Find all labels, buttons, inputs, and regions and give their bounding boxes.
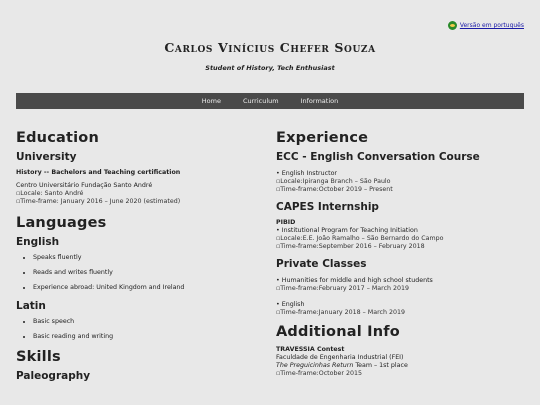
nav-home[interactable]: Home [202,97,221,105]
contest-faculty: Faculdade de Engenharia Industrial (FEI) [276,354,404,361]
contest-title: TRAVESSIA Contest [276,346,345,353]
portuguese-version-link[interactable]: Versão em português [460,22,524,29]
private-item-english: • English [276,301,305,308]
ecc-locale: ▫Locale:Ipiranga Branch – São Paulo [276,178,391,185]
additional-info-heading: Additional Info [276,324,400,340]
nav-information[interactable]: Information [301,97,339,105]
contest-timeframe: ▫Time-frame:October 2015 [276,370,362,377]
institution-text: Centro Universitário Fundação Santo Andr… [16,182,153,189]
degree-text: History -- Bachelors and Teaching certif… [16,169,181,176]
skills-heading: Skills [16,349,61,365]
locale-image-alt: ▫Locale: Santo André [16,190,84,197]
contest-team: The Preguicinhas Return Team – 1st place [276,362,408,369]
nav-bar: Home Curriculum Information [16,93,524,109]
list-item: Basic speech [33,318,266,326]
page-title: Carlos Vinícius Chefer Souza [164,40,376,55]
capes-program: PIBID [276,219,296,226]
ecc-timeframe: ▫Time-frame:October 2019 – Present [276,186,393,193]
latin-list: Basic speech Basic reading and writing [16,318,266,341]
left-column: Education University History -- Bachelor… [16,130,266,382]
list-item: Speaks fluently [33,254,266,262]
list-item: Experience abroad: United Kingdom and Ir… [33,284,266,292]
experience-heading: Experience [276,130,369,146]
timeframe-image-alt: ▫Time-frame: January 2016 – June 2020 (e… [16,198,181,205]
education-heading: Education [16,130,99,146]
english-heading: English [16,236,60,248]
paleography-heading: Paleography [16,370,91,382]
nav-curriculum[interactable]: Curriculum [243,97,279,105]
brazil-flag-icon [447,21,457,30]
latin-heading: Latin [16,300,46,312]
page-subtitle: Student of History, Tech Enthusiast [205,64,335,72]
private-timeframe-2: ▫Time-frame:January 2018 – March 2019 [276,309,406,316]
english-list: Speaks fluently Reads and writes fluentl… [16,254,266,292]
private-timeframe-1: ▫Time-frame:February 2017 – March 2019 [276,285,410,292]
capes-locale: ▫Locale:E.E. João Ramalho – São Bernardo… [276,235,444,242]
capes-heading: CAPES Internship [276,201,379,213]
capes-desc: • Institutional Program for Teaching Init… [276,227,418,234]
list-item: Reads and writes fluently [33,269,266,277]
list-item: Basic reading and writing [33,333,266,341]
right-column: Experience ECC - English Conversation Co… [276,130,526,378]
private-item-humanities: • Humanities for middle and high school s… [276,277,433,284]
languages-heading: Languages [16,215,107,231]
capes-timeframe: ▫Time-frame:September 2016 – February 20… [276,243,425,250]
ecc-heading: ECC - English Conversation Course [276,151,480,163]
private-classes-heading: Private Classes [276,258,367,270]
language-switch[interactable]: Versão em português [447,21,524,30]
university-heading: University [16,151,77,163]
ecc-role: • English Instructor [276,170,338,177]
